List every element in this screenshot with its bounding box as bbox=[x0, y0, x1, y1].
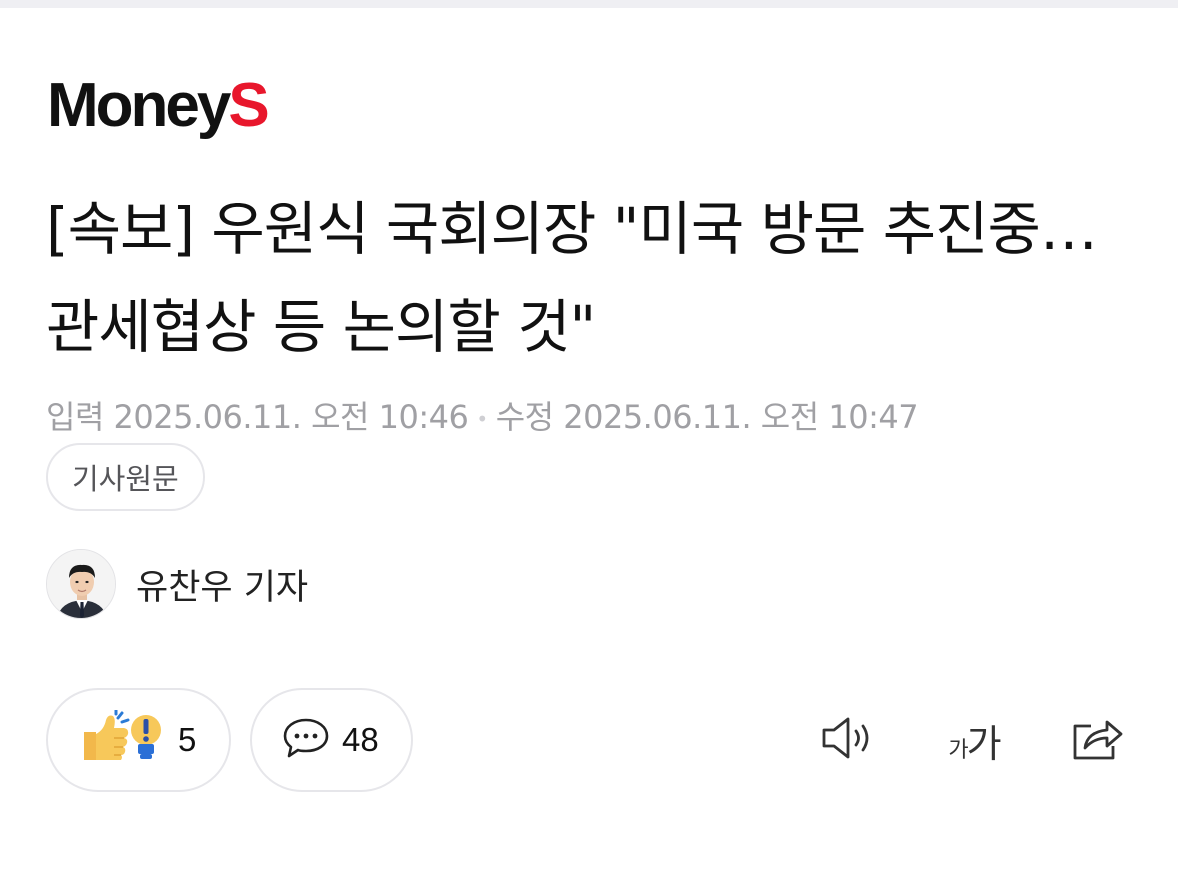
comment-count: 48 bbox=[342, 721, 379, 758]
speaker-icon bbox=[818, 713, 876, 767]
brand-logo[interactable]: MoneyS bbox=[47, 71, 270, 140]
reporter-avatar[interactable] bbox=[46, 549, 116, 619]
reporter-name[interactable]: 유찬우 기자 bbox=[136, 559, 308, 610]
top-status-strip bbox=[0, 0, 1178, 8]
font-small-glyph: 가 bbox=[948, 737, 969, 763]
text-to-speech-button[interactable] bbox=[815, 708, 879, 772]
article-headline: [속보] 우원식 국회의장 "미국 방문 추진중… 관세협상 등 논의할 것" bbox=[46, 195, 1098, 361]
author-byline[interactable]: 유찬우 기자 bbox=[46, 548, 308, 620]
reaction-count: 5 bbox=[178, 721, 197, 758]
published-time: 입력 2025.06.11. 오전 10:46 bbox=[46, 398, 469, 436]
share-icon bbox=[1067, 712, 1125, 768]
font-size-button[interactable]: 가가 bbox=[935, 708, 1015, 772]
font-big-glyph: 가 bbox=[966, 721, 1002, 766]
comment-button[interactable]: 48 bbox=[250, 688, 413, 792]
original-article-button[interactable]: 기사원문 bbox=[46, 443, 205, 511]
modified-time: 수정 2025.06.11. 오전 10:47 bbox=[495, 398, 919, 436]
reaction-button[interactable]: 5 bbox=[46, 688, 231, 792]
logo-main-text: Money bbox=[47, 71, 231, 140]
thumbs-up-exclaim-emoji-icon bbox=[78, 708, 166, 770]
share-button[interactable] bbox=[1064, 708, 1128, 772]
logo-accent-text: S bbox=[228, 71, 269, 140]
article-dateline: 입력 2025.06.11. 오전 10:46 • 수정 2025.06.11. 오… bbox=[46, 395, 919, 441]
font-size-icon: 가가 bbox=[948, 713, 1001, 768]
dateline-separator: • bbox=[476, 407, 488, 431]
speech-bubble-icon bbox=[282, 716, 330, 764]
